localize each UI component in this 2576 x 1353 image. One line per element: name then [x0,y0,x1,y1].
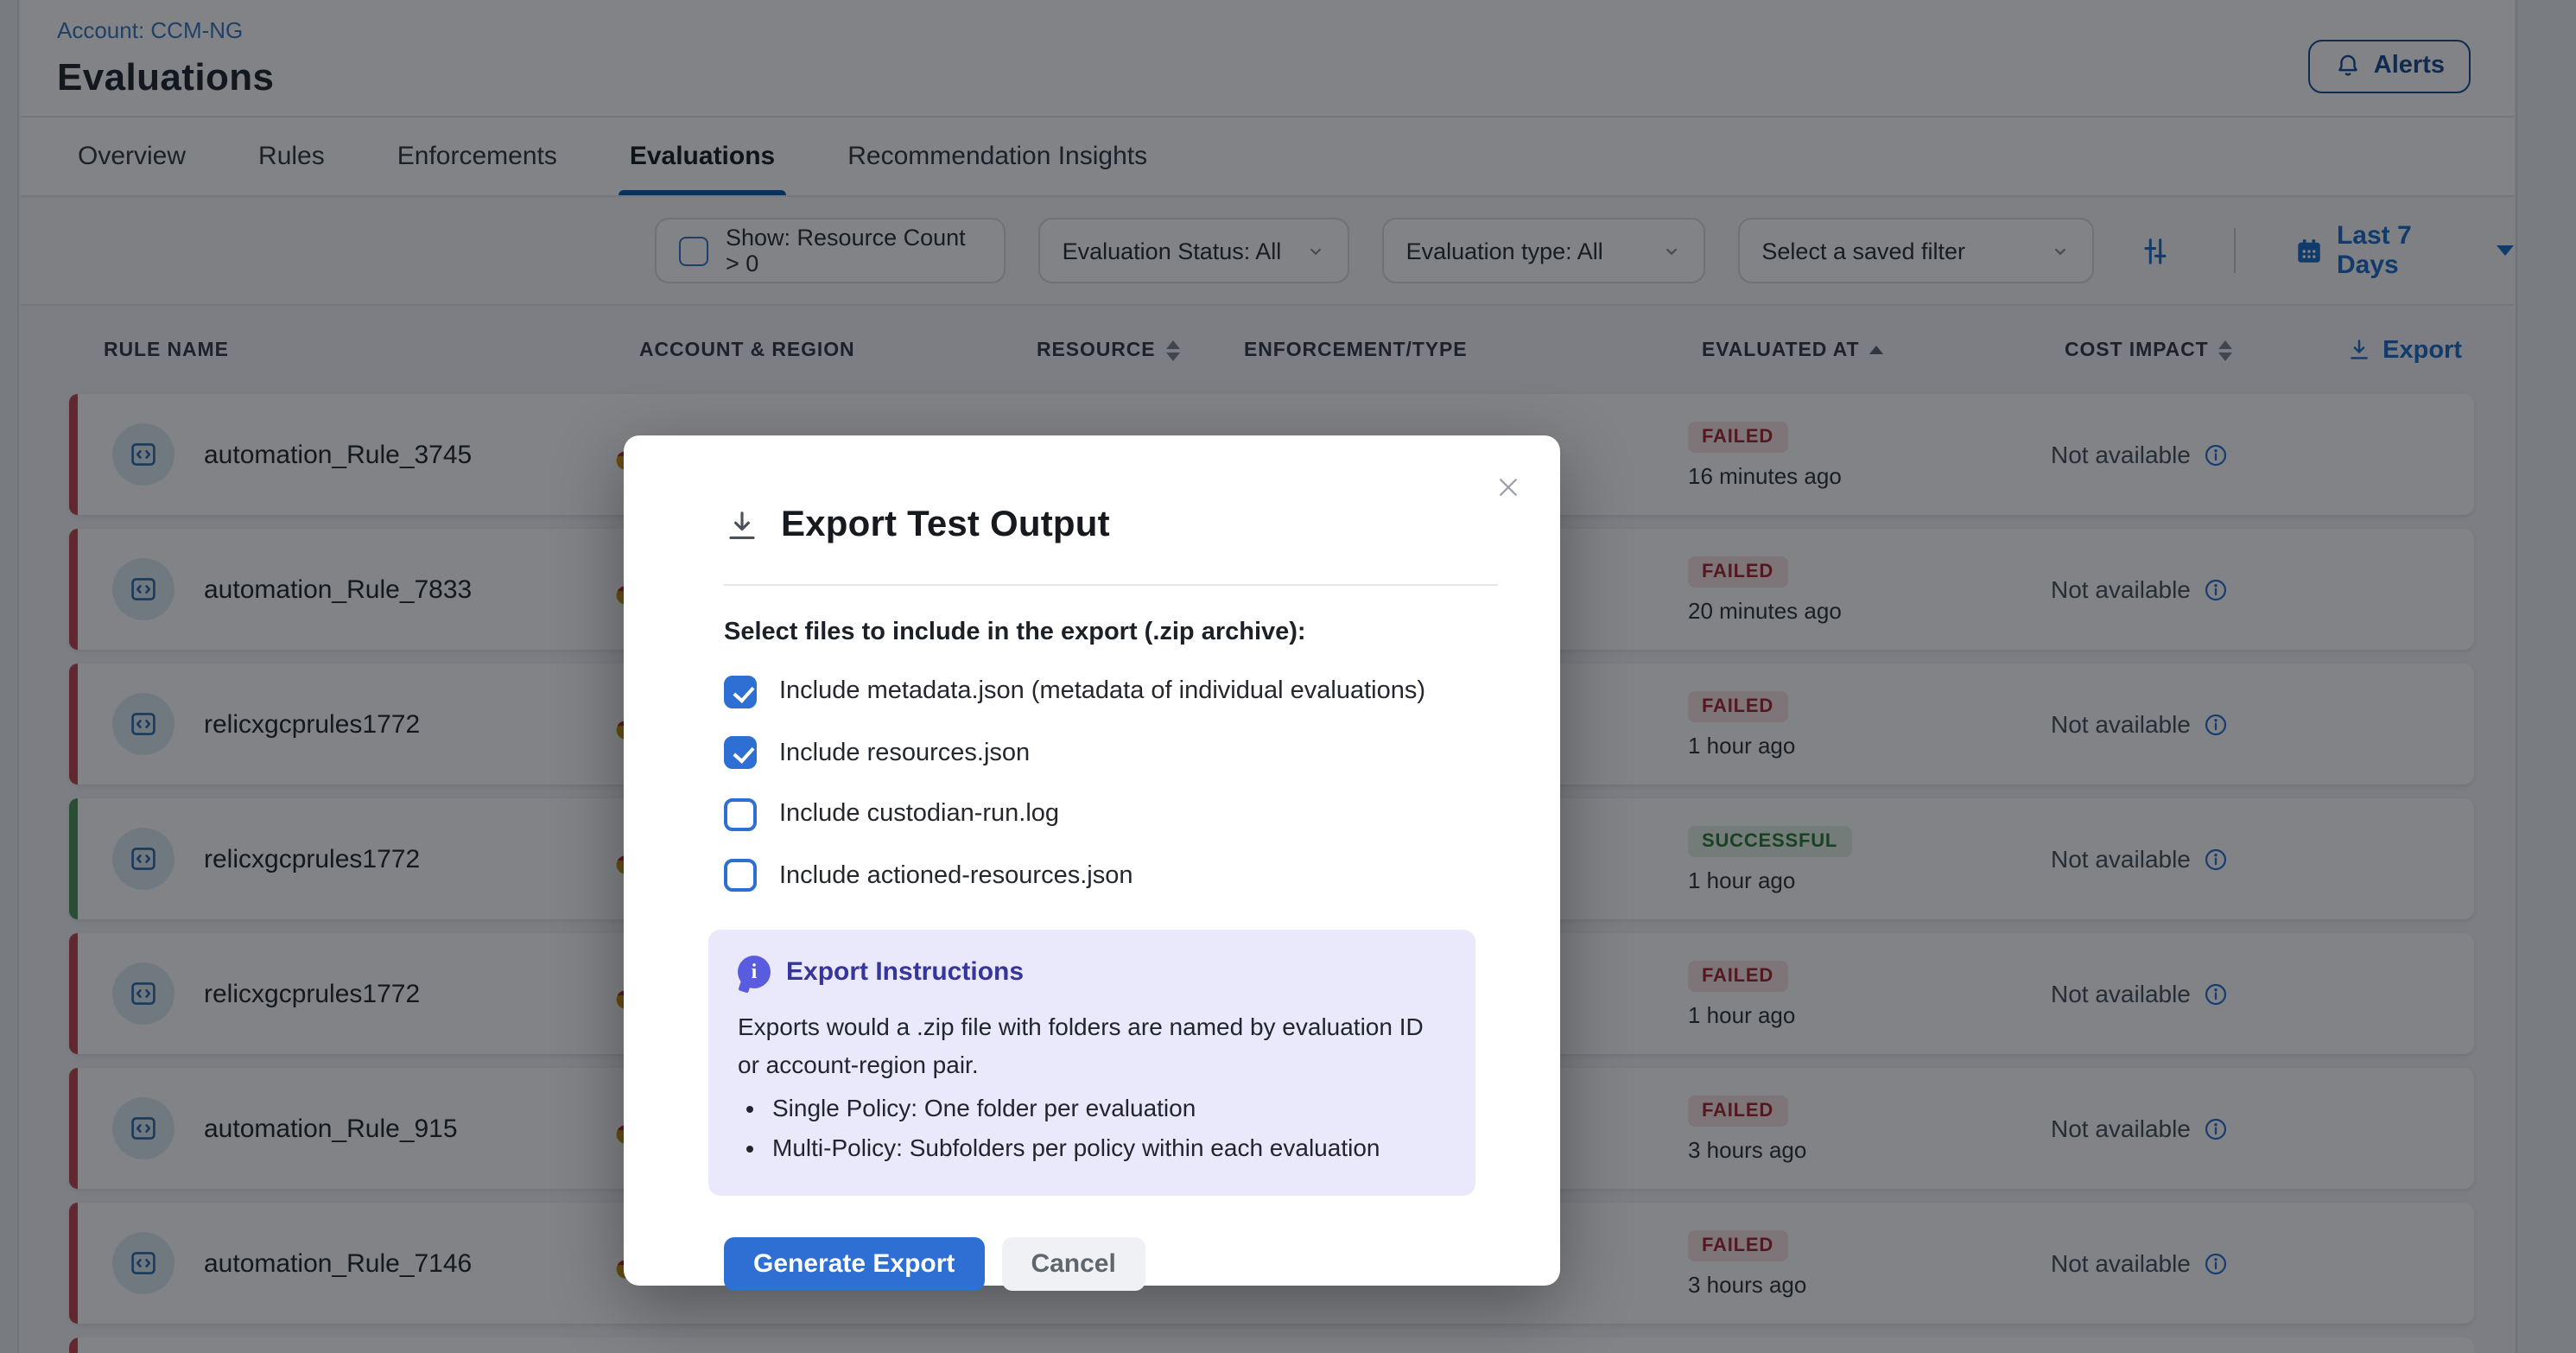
checkbox-icon[interactable] [724,675,757,708]
checkbox-label: Include custodian-run.log [779,800,1059,828]
export-modal: Export Test Output Select files to inclu… [624,435,1560,1286]
export-file-checkbox[interactable]: Include actioned-resources.json [724,859,1529,892]
generate-export-button[interactable]: Generate Export [724,1237,984,1291]
divider [724,584,1498,586]
export-instructions-panel: i Export Instructions Exports would a .z… [708,930,1475,1196]
close-icon[interactable] [1494,473,1522,501]
instruction-bullet: Single Policy: One folder per evaluation [772,1089,1446,1128]
checkbox-icon[interactable] [724,736,757,769]
select-files-label: Select files to include in the export (.… [724,619,1529,646]
instructions-title: Export Instructions [786,957,1024,987]
instructions-body: Exports would a .zip file with folders a… [738,1007,1446,1085]
export-file-checkbox[interactable]: Include metadata.json (metadata of indiv… [724,675,1529,708]
instruction-bullet: Multi-Policy: Subfolders per policy with… [772,1128,1446,1168]
checkbox-icon[interactable] [724,797,757,830]
checkbox-label: Include metadata.json (metadata of indiv… [779,677,1425,705]
checkbox-label: Include resources.json [779,739,1030,766]
export-file-checkbox[interactable]: Include resources.json [724,736,1529,769]
modal-title: Export Test Output [781,505,1110,546]
info-bubble-icon: i [738,956,771,988]
export-file-checkbox[interactable]: Include custodian-run.log [724,797,1529,830]
checkbox-icon[interactable] [724,859,757,892]
checkbox-label: Include actioned-resources.json [779,861,1133,889]
download-icon [724,507,760,543]
app-root: Account: CCM-NG Evaluations Alerts Overv… [0,0,2576,1353]
cancel-button[interactable]: Cancel [1001,1237,1145,1291]
instructions-list: Single Policy: One folder per evaluation… [772,1089,1446,1168]
